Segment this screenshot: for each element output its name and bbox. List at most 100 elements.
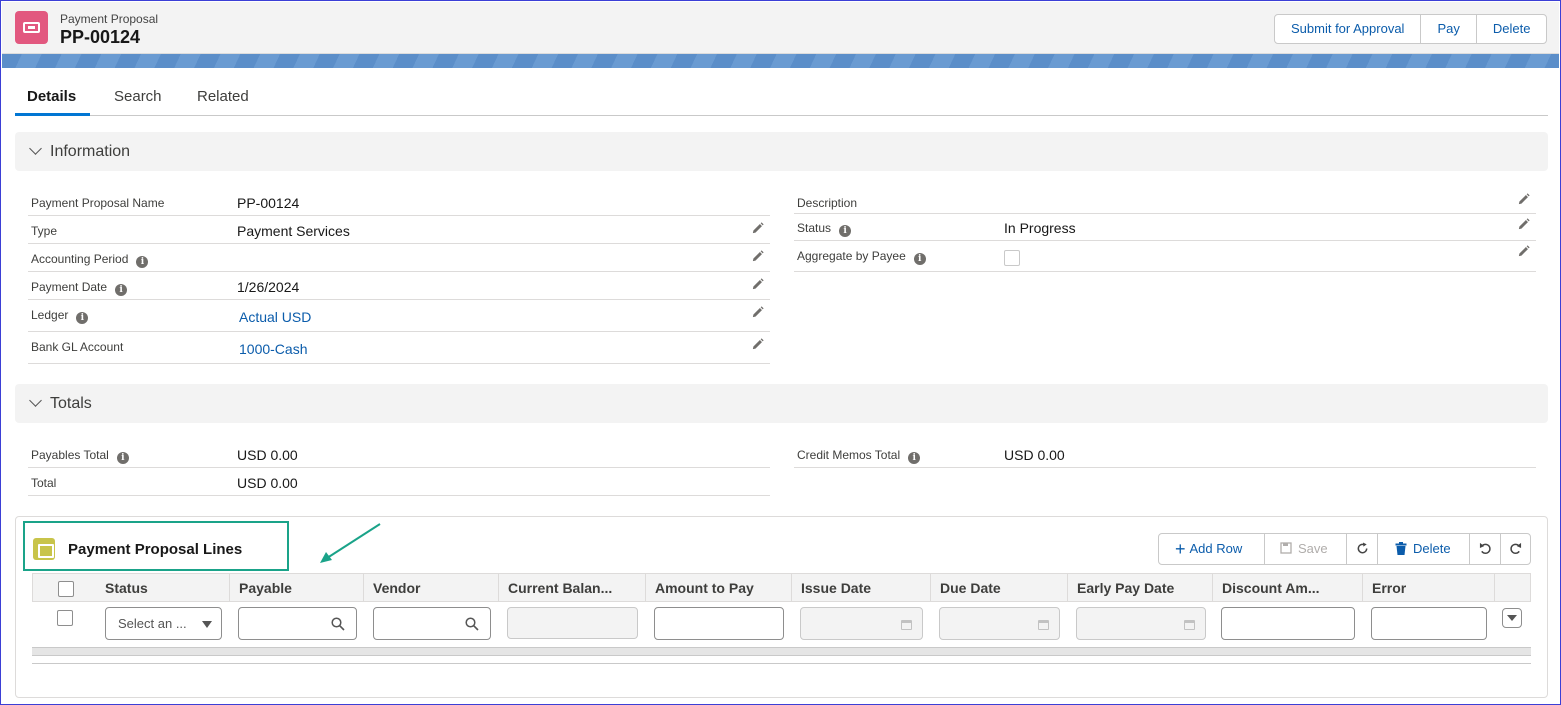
column-header-due-date[interactable]: Due Date	[940, 580, 1001, 596]
bank-gl-account-link[interactable]: 1000-Cash	[239, 341, 308, 357]
info-icon[interactable]: i	[839, 225, 852, 237]
delete-rows-button[interactable]: Delete	[1377, 534, 1469, 564]
column-header-current-balance[interactable]: Current Balan...	[508, 580, 612, 596]
tab-details[interactable]: Details	[27, 88, 76, 105]
header-actions: Submit for Approval Pay Delete	[1274, 14, 1548, 44]
field-label-text: Payment Date	[31, 280, 108, 294]
delete-label: Delete	[1413, 541, 1451, 556]
field-payment-proposal-name: Payment Proposal Name PP-00124	[28, 188, 770, 216]
add-row-label: Add Row	[1189, 541, 1243, 556]
pencil-icon[interactable]	[1517, 245, 1530, 258]
due-date-input	[939, 607, 1060, 640]
discount-amount-input[interactable]	[1221, 607, 1355, 640]
current-balance-input	[507, 607, 638, 639]
calendar-icon	[1184, 620, 1195, 630]
field-label: Payment Date i	[31, 280, 128, 296]
field-label: Description	[797, 196, 858, 210]
column-header-issue-date[interactable]: Issue Date	[801, 580, 871, 596]
ledger-link[interactable]: Actual USD	[239, 309, 311, 325]
field-label: Status i	[797, 221, 852, 237]
field-aggregate-by-payee: Aggregate by Payee i	[794, 241, 1536, 272]
column-header-payable[interactable]: Payable	[239, 580, 292, 596]
field-label-text: Status	[797, 221, 832, 235]
info-icon[interactable]: i	[913, 253, 926, 265]
save-button[interactable]: Save	[1264, 534, 1346, 564]
field-value: 1/26/2024	[237, 279, 300, 295]
amount-to-pay-input[interactable]	[654, 607, 784, 640]
pencil-icon[interactable]	[1517, 193, 1530, 206]
grid-bottom-divider	[32, 663, 1531, 664]
field-label: Total	[31, 476, 57, 490]
pencil-icon[interactable]	[751, 250, 764, 263]
error-input[interactable]	[1371, 607, 1487, 640]
field-status: Status i In Progress	[794, 214, 1536, 241]
status-select[interactable]: Select an ...	[105, 607, 222, 640]
column-header-amount-to-pay[interactable]: Amount to Pay	[655, 580, 754, 596]
row-actions-menu-button[interactable]	[1502, 608, 1522, 628]
redo-button[interactable]	[1500, 534, 1530, 564]
issue-date-input	[800, 607, 923, 640]
record-page: Payment Proposal PP-00124 Submit for App…	[0, 0, 1561, 705]
column-header-vendor[interactable]: Vendor	[373, 580, 420, 596]
save-label: Save	[1298, 541, 1328, 556]
field-description: Description	[794, 188, 1536, 214]
field-label-text: Ledger	[31, 308, 69, 322]
tab-related[interactable]: Related	[197, 88, 249, 105]
status-select-placeholder: Select an ...	[118, 616, 187, 631]
field-value: USD 0.00	[237, 447, 298, 463]
field-payment-date: Payment Date i 1/26/2024	[28, 272, 770, 300]
column-header-status[interactable]: Status	[105, 580, 148, 596]
pencil-icon[interactable]	[751, 338, 764, 351]
field-total: Total USD 0.00	[28, 468, 770, 496]
calendar-icon	[901, 620, 912, 630]
field-label: Credit Memos Total i	[797, 448, 921, 464]
field-accounting-period: Accounting Period i	[28, 244, 770, 272]
field-bank-gl-account: Bank GL Account 1000-Cash	[28, 332, 770, 364]
vendor-lookup-input[interactable]	[373, 607, 491, 640]
field-label-text: Payables Total	[31, 448, 109, 462]
payment-proposal-icon	[15, 11, 48, 44]
plus-icon: +	[1175, 539, 1186, 559]
delete-record-button[interactable]: Delete	[1475, 15, 1547, 43]
column-header-error[interactable]: Error	[1372, 580, 1406, 596]
field-ledger: Ledger i Actual USD	[28, 300, 770, 332]
payable-lookup-input[interactable]	[238, 607, 357, 640]
info-icon[interactable]: i	[76, 312, 89, 324]
record-tabs: Details Search Related	[15, 85, 1548, 116]
field-label: Payables Total i	[31, 448, 129, 464]
lines-grid-header: Status Payable Vendor Current Balan... A…	[32, 573, 1531, 602]
pencil-icon[interactable]	[1517, 218, 1530, 231]
field-value: Payment Services	[237, 223, 350, 239]
pay-button[interactable]: Pay	[1420, 15, 1475, 43]
field-label: Ledger i	[31, 308, 89, 324]
redo-icon	[1510, 542, 1522, 554]
field-label: Payment Proposal Name	[31, 196, 165, 210]
info-icon[interactable]: i	[136, 256, 149, 268]
select-all-checkbox[interactable]	[58, 581, 74, 597]
info-icon[interactable]: i	[115, 284, 128, 296]
field-label: Accounting Period i	[31, 252, 149, 268]
info-icon[interactable]: i	[908, 452, 921, 464]
field-value: PP-00124	[237, 195, 300, 211]
header-decorative-band	[2, 54, 1559, 68]
refresh-button[interactable]	[1346, 534, 1377, 564]
active-tab-indicator	[15, 113, 90, 116]
row-checkbox[interactable]	[57, 610, 73, 626]
add-row-button[interactable]: + Add Row	[1159, 534, 1264, 564]
column-header-discount-amount[interactable]: Discount Am...	[1222, 580, 1320, 596]
chevron-down-icon	[29, 142, 42, 155]
undo-button[interactable]	[1469, 534, 1500, 564]
information-section-header[interactable]: Information	[15, 132, 1548, 171]
tab-search[interactable]: Search	[114, 88, 162, 105]
field-value: USD 0.00	[237, 475, 298, 491]
submit-for-approval-button[interactable]: Submit for Approval	[1275, 15, 1420, 43]
annotation-arrow-icon	[320, 523, 381, 563]
horizontal-scrollbar[interactable]	[32, 647, 1531, 656]
pencil-icon[interactable]	[751, 222, 764, 235]
pencil-icon[interactable]	[751, 278, 764, 291]
totals-section-header[interactable]: Totals	[15, 384, 1548, 423]
column-header-early-pay-date[interactable]: Early Pay Date	[1077, 580, 1174, 596]
pencil-icon[interactable]	[751, 306, 764, 319]
info-icon[interactable]: i	[116, 452, 129, 464]
object-type-label: Payment Proposal	[60, 12, 159, 26]
